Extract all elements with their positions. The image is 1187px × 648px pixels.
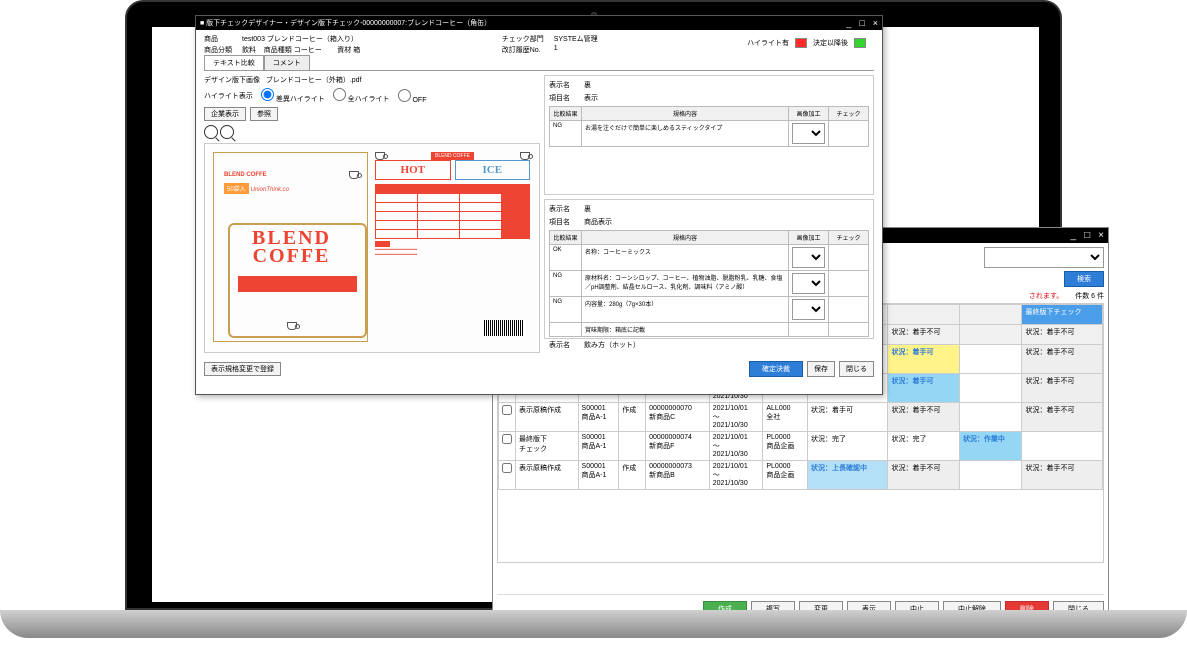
count-label: 件数 6 件 [1075,291,1104,303]
radio-all[interactable]: 全ハイライト [333,88,390,104]
art-union: UnionThink.co [251,187,289,193]
filter-dropdown[interactable] [984,247,1104,268]
item-label: 商品 [204,34,232,44]
zoom-out-icon[interactable] [220,125,234,139]
minimize-icon[interactable]: _ [846,18,851,28]
company-display-button[interactable]: 企業表示 [204,107,246,121]
status-link[interactable]: 状況：上長確認中 [808,461,888,490]
zoom-in-icon[interactable] [204,125,218,139]
rev-value: 1 [554,45,598,55]
designer-window: ■ 版下チェックデザイナー・デザイン版下チェック-00000000007:ブレン… [195,15,883,395]
check-dept-value: SYSTEム管理 [554,34,598,44]
art-jp-bar [238,276,357,292]
browse-button[interactable]: 参照 [250,107,278,121]
spec-row[interactable]: NG内容量：280g（7g×30本） [550,297,869,323]
spec-row[interactable]: NG原材料名：コーンシロップ、コーヒー、植物油脂、脱脂粉乳、乳糖、食塩／pH調整… [550,271,869,297]
search-button[interactable]: 検索 [1064,271,1104,287]
source-value: ブレンドコーヒー（外箱）.pdf [266,77,362,84]
cup-icon [375,152,385,160]
table-row[interactable]: 最終版下 チェック S00001商品A-1 00000000074新商品F 20… [499,432,1103,461]
highlight-red-swatch [795,38,807,48]
cup-icon [349,171,359,179]
laptop-base [0,610,1187,638]
art-count: 50袋入 [224,183,249,194]
highlight-green-swatch [854,38,866,48]
art-hot: HOT [375,160,451,180]
highlight-has-label: ハイライト有 [747,38,789,48]
confirm-button[interactable]: 確定決裁 [749,361,803,377]
art-ice: ICE [455,160,531,180]
status-link[interactable]: 状況：着手可 [888,374,959,403]
cup-icon [520,152,530,160]
cat-label: 商品分類 [204,45,232,55]
note-text: されます。 [1029,291,1063,301]
tab-comment[interactable]: コメント [264,55,310,70]
img-edit-select[interactable] [792,123,825,144]
spec-row[interactable]: OK名称：コーヒーミックス [550,245,869,271]
hl-display-label: ハイライト表示 [204,91,253,101]
row-checkbox[interactable] [502,405,512,415]
nutrition-table [375,184,530,239]
fg-titlebar: ■ 版下チェックデザイナー・デザイン版下チェック-00000000007:ブレン… [196,16,882,30]
register-spec-change-button[interactable]: 表示規格変更で登録 [204,362,281,376]
spec-group-1: 表示名裏 項目名表示 比較結果 規格内容 画像加工 チェック NG お湯を注ぐだ… [544,75,874,195]
close-icon[interactable]: × [873,18,878,28]
spec-group-2: 表示名裏 項目名商品表示 比較結果 規格内容 画像加工 チェック OK名称：コー… [544,199,874,339]
radio-diff[interactable]: 差異ハイライト [261,88,325,104]
maximize-icon[interactable]: □ [859,18,864,28]
save-button[interactable]: 保存 [807,361,835,377]
window-title: ■ 版下チェックデザイナー・デザイン版下チェック-00000000007:ブレン… [200,18,491,28]
barcode [484,320,524,336]
close-icon[interactable]: × [1098,230,1104,241]
artwork-preview[interactable]: BLEND COFFE 50袋入 UnionThink.co BLEND COF… [204,143,540,353]
close-button[interactable]: 閉じる [839,361,874,377]
table-row[interactable]: 表示原稿作成 S00001商品A-1 作成 00000000073新商品B 20… [499,461,1103,490]
rev-label: 改訂履歴No. [502,45,544,55]
art-side-brand: BLEND COFFE [431,152,474,160]
maximize-icon[interactable]: □ [1084,230,1090,241]
status-link[interactable]: 状況：着手可 [888,345,959,374]
spec-row[interactable]: 賞味期限：箱底に記載 [550,323,869,337]
radio-off[interactable]: OFF [398,89,427,104]
item-value: test003 ブレンドコーヒー（箱入り） [242,34,360,44]
cup-icon [287,322,297,330]
spec-row[interactable]: NG お湯を注ぐだけで簡単に楽しめるスティックタイプ [550,121,869,147]
art-blend-logo: BLEND COFFE [220,229,363,265]
source-label: デザイン版下画像 [204,77,260,84]
row-checkbox[interactable] [502,463,512,473]
art-brand-top: BLEND COFFE [224,172,267,178]
table-row[interactable]: 表示原稿作成 S00001商品A-1 作成 00000000070新商品C 20… [499,403,1103,432]
highlight-confirm-label: 決定以降後 [813,38,848,48]
status-link[interactable]: 状況：作業中 [959,432,1022,461]
row-checkbox[interactable] [502,434,512,444]
col-final-check: 最終版下チェック [1022,305,1103,325]
minimize-icon[interactable]: _ [1071,230,1077,241]
tab-text-compare[interactable]: テキスト比較 [204,55,264,70]
check-dept-label: チェック部門 [502,34,544,44]
